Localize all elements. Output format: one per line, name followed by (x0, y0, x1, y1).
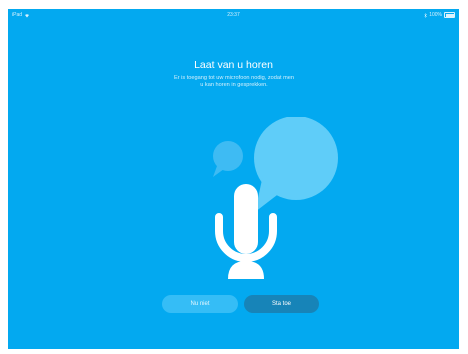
battery-icon (444, 12, 455, 18)
speech-bubble-icon (213, 117, 338, 212)
allow-button[interactable]: Sta toe (244, 295, 319, 313)
bluetooth-icon (424, 12, 428, 18)
clock: 23:37 (227, 12, 240, 18)
status-bar: iPad 23:37 100% (8, 9, 459, 21)
status-right: 100% (424, 12, 455, 18)
battery-percentage: 100% (429, 12, 442, 18)
microphone-illustration (213, 117, 338, 279)
permission-description: Er is toegang tot uw microfoon nodig, zo… (173, 75, 295, 89)
microphone-permission-screen: iPad 23:37 100% Laat van u horen Er is t… (8, 9, 459, 349)
not-now-button[interactable]: Nu niet (162, 295, 238, 313)
page-title: Laat van u horen (194, 59, 273, 71)
